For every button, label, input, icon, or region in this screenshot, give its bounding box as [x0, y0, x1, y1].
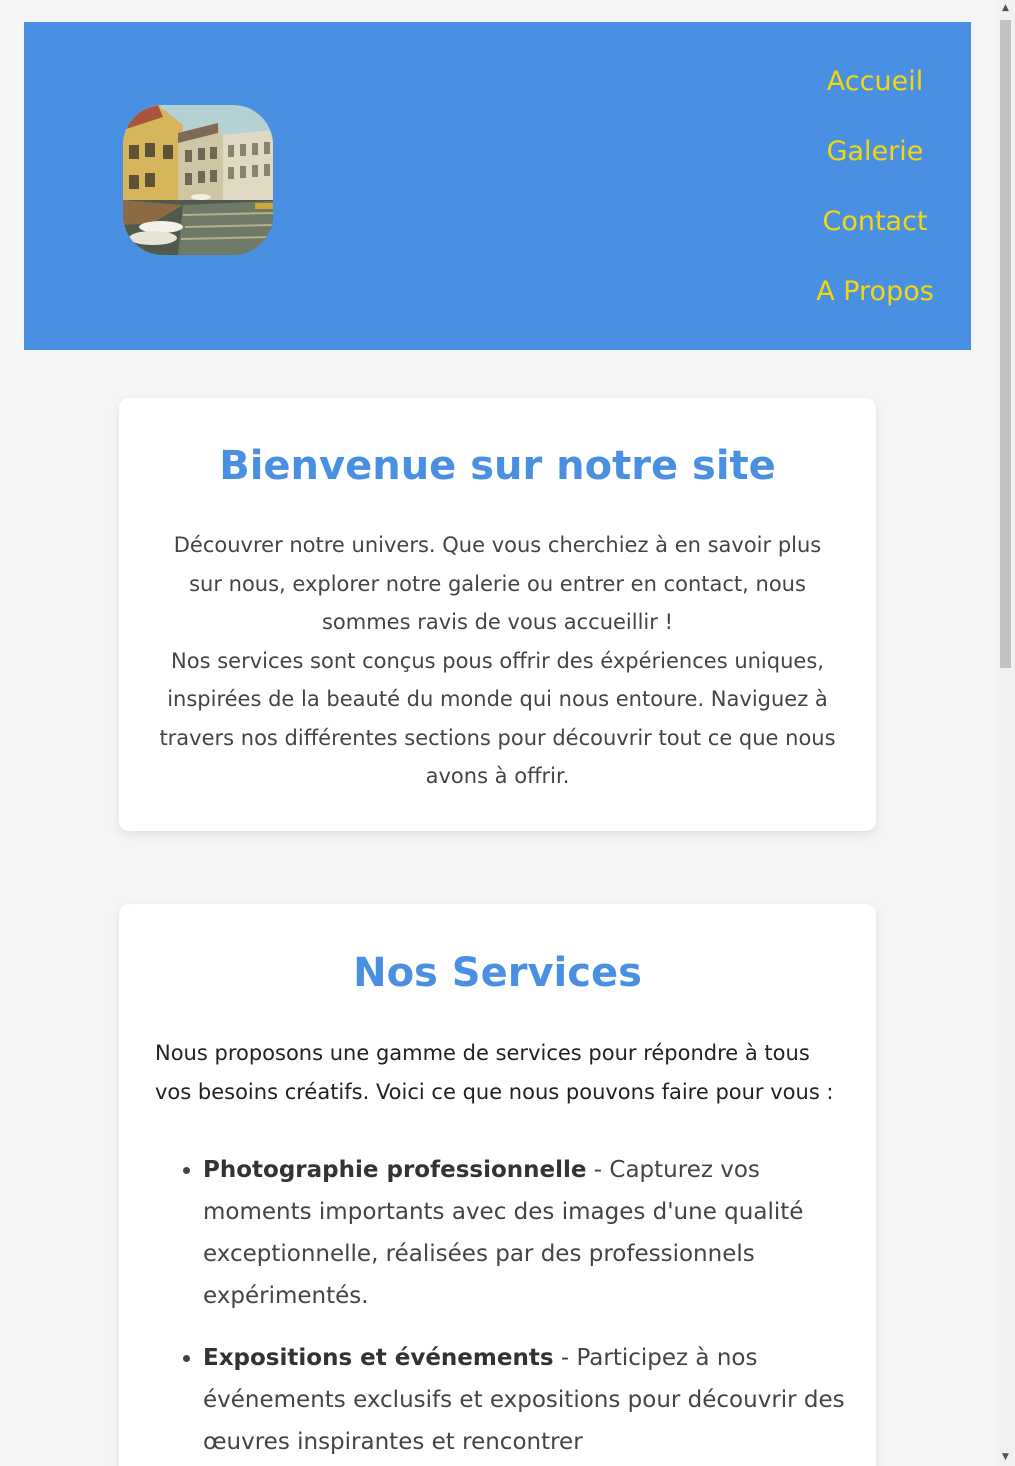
canal-town-image	[123, 105, 273, 255]
welcome-paragraph-1: Découvrer notre univers. Que vous cherch…	[173, 533, 822, 634]
vertical-scrollbar[interactable]: ▲ ▼	[996, 0, 1015, 1466]
nav-link-a-propos[interactable]: A Propos	[801, 274, 949, 310]
arrow-up-icon[interactable]: ▲	[996, 0, 1015, 17]
welcome-title: Bienvenue sur notre site	[219, 443, 776, 489]
site-header: Accueil Galerie Contact A Propos	[24, 22, 971, 350]
service-name: Expositions et événements	[203, 1345, 554, 1371]
service-name: Photographie professionnelle	[203, 1157, 587, 1183]
nav-link-galerie[interactable]: Galerie	[801, 134, 949, 170]
services-list-item: Photographie professionnelle - Capturez …	[203, 1149, 853, 1317]
nav-link-accueil[interactable]: Accueil	[801, 64, 949, 100]
services-card: Nos Services Nous proposons une gamme de…	[119, 904, 876, 1466]
logo-image	[123, 105, 273, 255]
services-title: Nos Services	[353, 950, 642, 996]
page: Accueil Galerie Contact A Propos Bienven…	[0, 0, 996, 1466]
welcome-paragraph-2: Nos services sont conçus pous offrir des…	[159, 648, 836, 789]
welcome-card: Bienvenue sur notre site Découvrer notre…	[119, 398, 876, 831]
services-list: Photographie professionnelle - Capturez …	[155, 1149, 853, 1466]
nav-link-contact[interactable]: Contact	[801, 204, 949, 240]
scrollbar-thumb[interactable]	[1000, 20, 1011, 668]
services-list-item: Expositions et événements - Participez à…	[203, 1337, 853, 1463]
arrow-down-icon[interactable]: ▼	[996, 1449, 1015, 1466]
services-intro: Nous proposons une gamme de services pou…	[155, 1041, 834, 1104]
welcome-text: Découvrer notre univers. Que vous cherch…	[155, 526, 840, 796]
